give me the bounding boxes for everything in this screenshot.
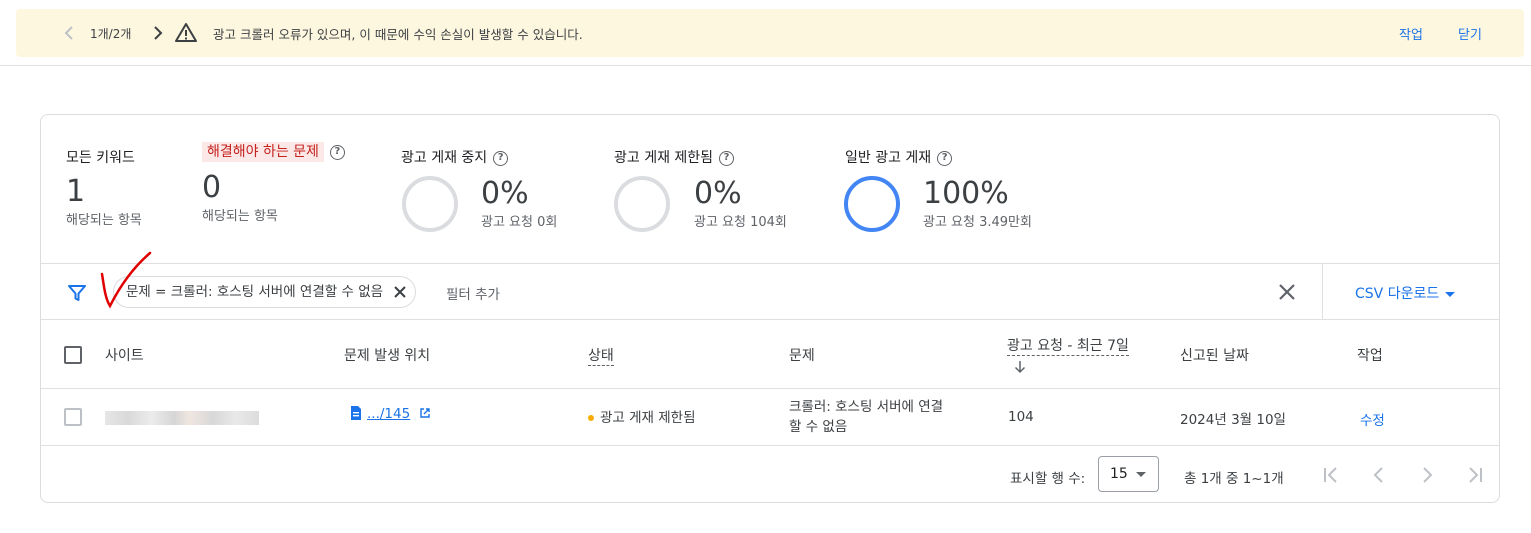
banner-close-button[interactable]: 닫기 (1458, 24, 1482, 43)
site-name-redacted (105, 411, 259, 425)
status-dot (588, 415, 594, 421)
stat-all-keywords[interactable]: 모든 키워드 1 해당되는 항목 (66, 147, 142, 228)
help-icon[interactable]: ? (493, 150, 509, 166)
dropdown-arrow-icon (1136, 472, 1146, 477)
stat-value: 0% (694, 176, 742, 211)
csv-download-button[interactable]: CSV 다운로드 (1355, 283, 1456, 303)
pagination-range: 총 1개 중 1~1개 (1184, 471, 1284, 487)
stat-value: 100% (923, 176, 1009, 211)
status-text: 광고 게재 제한됨 (600, 410, 696, 426)
rows-per-page-select[interactable]: 15 (1098, 456, 1159, 492)
banner-pager: 1개/2개 (90, 27, 132, 41)
prev-page-icon[interactable] (1367, 463, 1391, 487)
add-filter-button[interactable]: 필터 추가 (446, 283, 500, 303)
document-icon (351, 406, 361, 420)
stat-sub: 해당되는 항목 (66, 213, 142, 228)
stat-sub: 해당되는 항목 (202, 209, 278, 224)
banner-action-button[interactable]: 작업 (1399, 24, 1423, 43)
location-link-text[interactable]: .../145 (367, 406, 410, 422)
issue-line: 할 수 없음 (789, 419, 848, 435)
limited-ring (614, 176, 670, 232)
stat-label: 일반 광고 게재 (845, 150, 932, 166)
reported-date: 2024년 3월 10일 (1180, 412, 1286, 428)
stat-value: 0% (481, 176, 529, 211)
open-in-new-icon[interactable] (419, 407, 431, 419)
stat-label: 광고 게재 중지 (401, 150, 488, 166)
stat-sub: 광고 요청 104회 (694, 215, 787, 230)
clear-filters-icon[interactable] (1277, 282, 1297, 302)
dropdown-arrow-icon (1445, 291, 1456, 297)
header-location[interactable]: 문제 발생 위치 (344, 345, 430, 365)
fix-button[interactable]: 수정 (1360, 409, 1385, 429)
stat-stopped-values: 0% 광고 요청 0회 (481, 176, 558, 231)
requests-value: 104 (1008, 409, 1034, 425)
stat-stopped[interactable]: 광고 게재 중지? (401, 147, 509, 167)
filter-chip-text: 문제 = 크롤러: 호스팅 서버에 연결할 수 없음 (126, 284, 384, 300)
warning-banner: 1개/2개 광고 크롤러 오류가 있으며, 이 때문에 수익 손실이 발생할 수… (16, 9, 1524, 57)
rows-per-page-label: 표시할 행 수: (1010, 471, 1086, 487)
header-divider (0, 65, 1531, 66)
annotation-checkmark (100, 251, 152, 309)
table-row[interactable]: .../145 광고 게재 제한됨 크롤러: 호스팅 서버에 연결 할 수 없음… (41, 390, 1499, 446)
stat-sub: 광고 요청 0회 (481, 215, 558, 230)
table-header: 사이트 문제 발생 위치 상태 문제 광고 요청 - 최근 7일 신고된 날짜 … (41, 321, 1499, 389)
header-issue[interactable]: 문제 (789, 345, 815, 365)
header-requests[interactable]: 광고 요청 - 최근 7일 (1007, 335, 1129, 356)
location-link[interactable]: .../145 (349, 405, 431, 422)
issue-line: 크롤러: 호스팅 서버에 연결 (789, 399, 944, 415)
header-action: 작업 (1357, 348, 1383, 364)
stopped-ring (402, 176, 458, 232)
status-cell: 광고 게재 제한됨 (588, 406, 696, 426)
stat-limited[interactable]: 광고 게재 제한됨? (614, 147, 735, 167)
stat-value: 0 (202, 170, 222, 205)
stat-label: 광고 게재 제한됨 (614, 150, 714, 166)
next-page-icon[interactable] (1415, 463, 1439, 487)
header-reported[interactable]: 신고된 날짜 (1180, 345, 1249, 365)
normal-ring (844, 176, 900, 232)
help-icon[interactable]: ? (329, 144, 345, 160)
chevron-right-icon[interactable] (148, 23, 168, 43)
warning-icon (175, 23, 197, 42)
csv-download-label: CSV 다운로드 (1355, 286, 1440, 302)
filter-icon[interactable] (67, 283, 87, 303)
issues-card: 모든 키워드 1 해당되는 항목 해결해야 하는 문제? 0 해당되는 항목 광… (40, 114, 1500, 503)
stat-value: 1 (66, 174, 86, 209)
rows-per-page-value: 15 (1110, 466, 1128, 482)
pagination-footer: 표시할 행 수: 15 총 1개 중 1~1개 (41, 447, 1499, 503)
stat-normal[interactable]: 일반 광고 게재? (845, 147, 953, 167)
chevron-left-icon[interactable] (60, 23, 80, 43)
stat-label: 해결해야 하는 문제 (202, 142, 324, 162)
stat-to-fix[interactable]: 해결해야 하는 문제? 0 해당되는 항목 (202, 141, 345, 224)
last-page-icon[interactable] (1463, 463, 1487, 487)
close-icon[interactable] (393, 285, 407, 299)
header-status[interactable]: 상태 (588, 345, 614, 366)
stat-sub: 광고 요청 3.49만회 (923, 215, 1032, 230)
divider (1322, 264, 1323, 320)
filter-chip[interactable]: 문제 = 크롤러: 호스팅 서버에 연결할 수 없음 (113, 276, 417, 308)
filter-bar: 문제 = 크롤러: 호스팅 서버에 연결할 수 없음 필터 추가 CSV 다운로… (41, 263, 1499, 320)
first-page-icon[interactable] (1319, 463, 1343, 487)
row-checkbox[interactable] (64, 408, 82, 426)
help-icon[interactable]: ? (937, 150, 953, 166)
issue-cell: 크롤러: 호스팅 서버에 연결 할 수 없음 (789, 397, 943, 437)
select-all-checkbox[interactable] (64, 346, 82, 364)
header-site[interactable]: 사이트 (105, 345, 144, 365)
banner-message: 광고 크롤러 오류가 있으며, 이 때문에 수익 손실이 발생할 수 있습니다. (213, 27, 583, 42)
stat-normal-values: 100% 광고 요청 3.49만회 (923, 176, 1032, 231)
help-icon[interactable]: ? (719, 150, 735, 166)
arrow-down-icon[interactable] (1013, 359, 1027, 375)
stat-limited-values: 0% 광고 요청 104회 (694, 176, 787, 231)
stat-label: 모든 키워드 (66, 150, 135, 166)
